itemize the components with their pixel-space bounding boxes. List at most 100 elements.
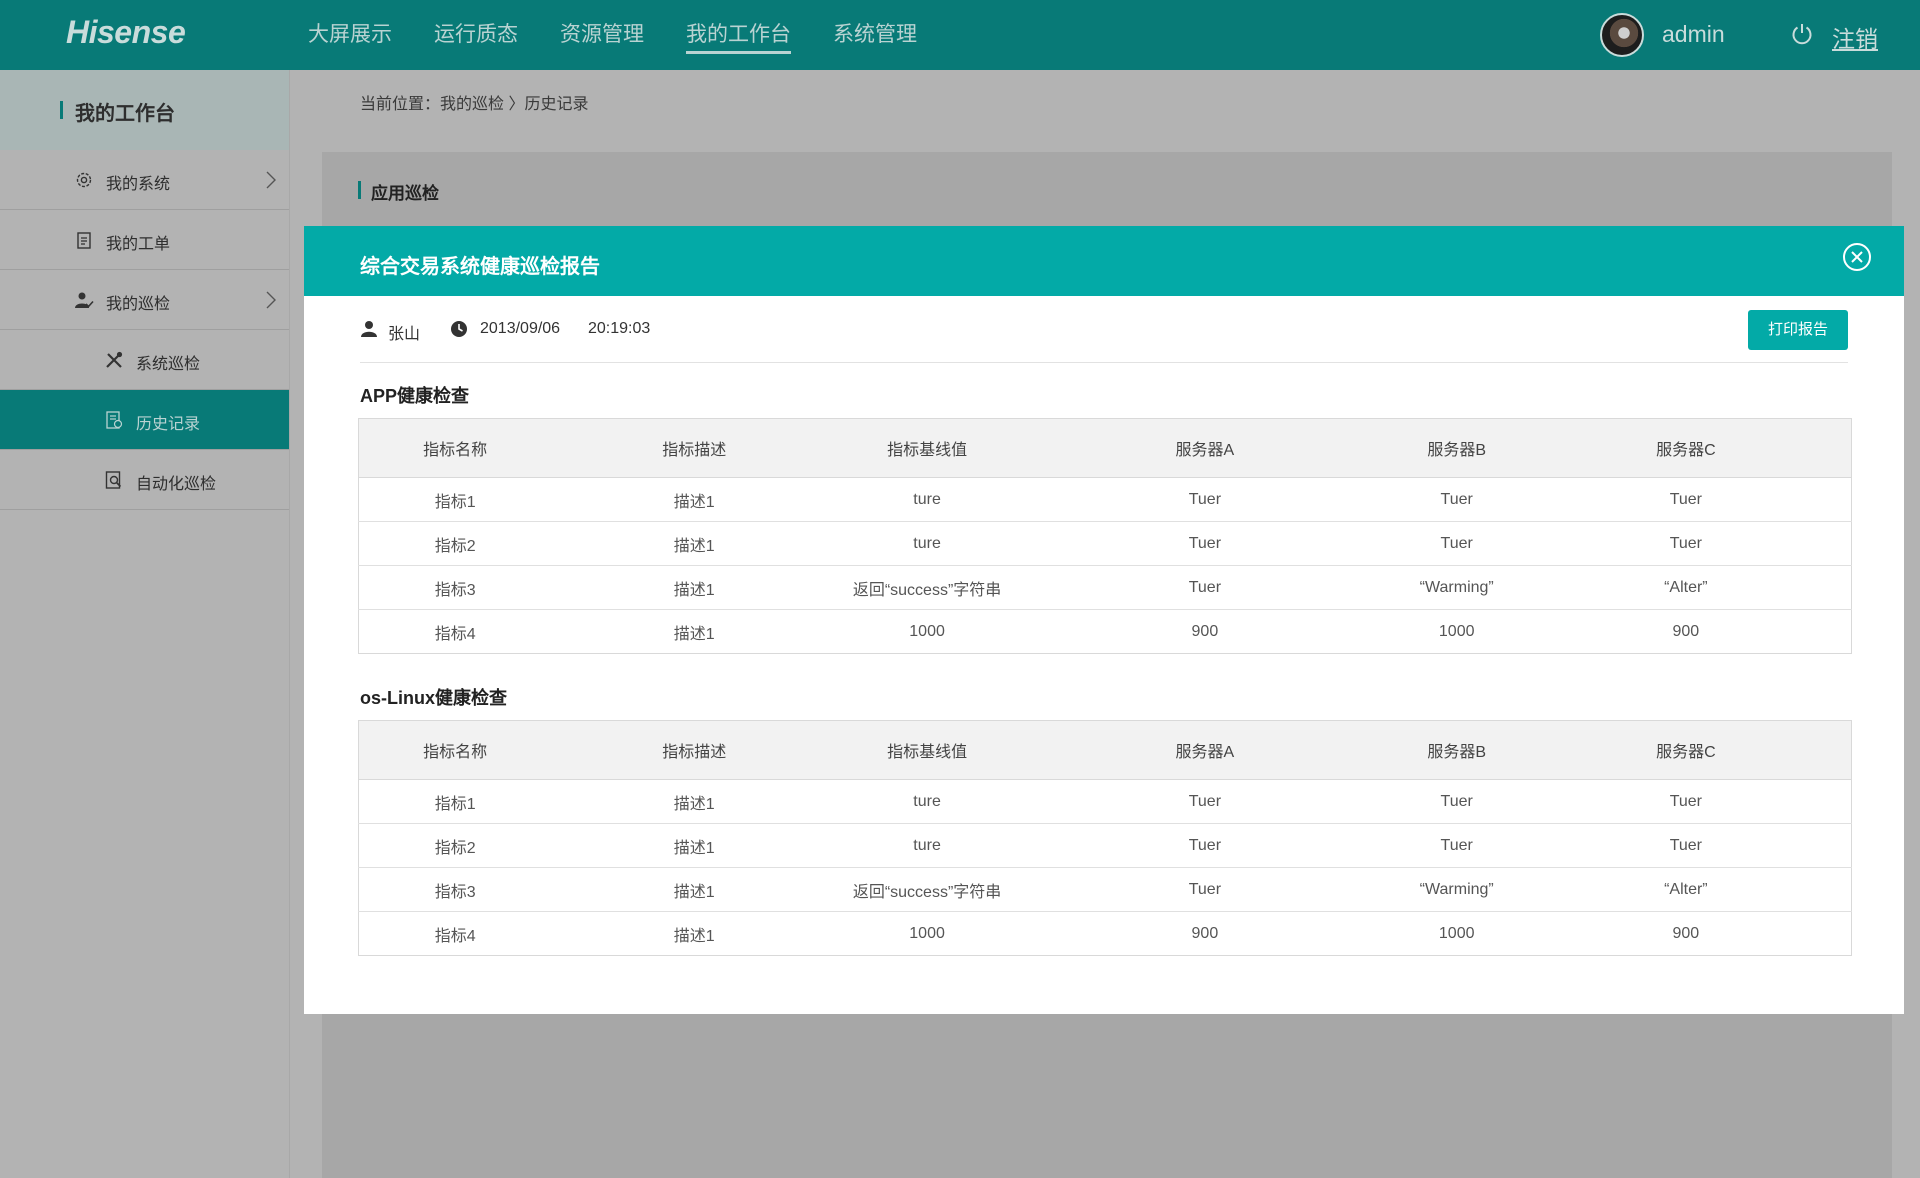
sidebar-item-my-tickets[interactable]: 我的工单 xyxy=(0,210,289,270)
print-report-button[interactable]: 打印报告 xyxy=(1748,310,1848,350)
report-modal: 综合交易系统健康巡检报告 张山 2013/09/06 20:19:03 打印报告… xyxy=(304,226,1904,1014)
report-date: 2013/09/06 xyxy=(480,320,561,337)
table-cell: 1000 xyxy=(1392,911,1521,956)
panel-title-accent xyxy=(358,181,361,199)
nav-item-resource-management[interactable]: 资源管理 xyxy=(560,0,644,70)
logout-link[interactable]: 注销 xyxy=(1832,20,1878,54)
column-header: 服务器B xyxy=(1392,720,1521,780)
table-cell: Tuer xyxy=(1520,779,1852,824)
column-header: 服务器C xyxy=(1520,418,1852,478)
table-cell: Tuer xyxy=(1017,521,1393,566)
table-cell: 指标3 xyxy=(358,565,552,610)
nav-item-operation-status[interactable]: 运行质态 xyxy=(434,0,518,70)
table-cell: “Alter” xyxy=(1520,565,1852,610)
sidebar-item-label: 历史记录 xyxy=(136,416,201,433)
table-row: 指标2 描述1 ture Tuer Tuer Tuer xyxy=(358,521,1852,566)
modal-header: 综合交易系统健康巡检报告 xyxy=(304,226,1904,296)
sidebar-item-my-system[interactable]: 我的系统 xyxy=(0,150,289,210)
breadcrumb: 当前位置：我的巡检 〉历史记录 xyxy=(360,96,589,113)
top-bar: Hisense 大屏展示 运行质态 资源管理 我的工作台 系统管理 admin … xyxy=(0,0,1920,70)
chevron-right-icon xyxy=(266,171,276,189)
column-header: 服务器A xyxy=(1017,418,1393,478)
column-header: 指标基线值 xyxy=(837,720,1018,780)
sidebar-item-label: 我的工单 xyxy=(106,236,171,253)
table-header-row: 指标名称 指标描述 指标基线值 服务器A 服务器B 服务器C xyxy=(358,418,1852,478)
inspector-name: 张山 xyxy=(388,326,421,343)
sidebar-title: 我的工作台 xyxy=(75,103,175,125)
table-header-row: 指标名称 指标描述 指标基线值 服务器A 服务器B 服务器C xyxy=(358,720,1852,780)
column-header: 服务器B xyxy=(1392,418,1521,478)
table-cell: 1000 xyxy=(837,609,1018,654)
chevron-right-icon xyxy=(266,291,276,309)
table-cell: 描述1 xyxy=(551,521,838,566)
table-cell: 900 xyxy=(1520,911,1852,956)
clipboard-icon xyxy=(77,232,91,249)
history-doc-icon xyxy=(106,411,123,429)
user-check-icon xyxy=(75,292,94,308)
os-linux-health-table: 指标名称 指标描述 指标基线值 服务器A 服务器B 服务器C 指标1 描述1 ture Tuer T… xyxy=(358,720,1852,956)
table-cell: Tuer xyxy=(1520,823,1852,868)
gear-icon xyxy=(76,172,92,188)
nav-item-system-management[interactable]: 系统管理 xyxy=(833,0,917,70)
sidebar-item-system-inspection[interactable]: 系统巡检 xyxy=(0,330,289,390)
table-cell: Tuer xyxy=(1017,867,1393,912)
table-cell: Tuer xyxy=(1017,565,1393,610)
table-cell: 1000 xyxy=(1392,609,1521,654)
sidebar-header: 我的工作台 xyxy=(0,70,289,150)
table-cell: Tuer xyxy=(1520,521,1852,566)
table-cell: 返回“success”字符串 xyxy=(837,565,1018,610)
table-row: 指标1 描述1 ture Tuer Tuer Tuer xyxy=(358,779,1852,824)
username: admin xyxy=(1662,21,1725,47)
sidebar-item-automated-inspection[interactable]: 自动化巡检 xyxy=(0,450,289,510)
sidebar-item-label: 我的巡检 xyxy=(106,296,171,313)
column-header: 指标基线值 xyxy=(837,418,1018,478)
sidebar-item-history[interactable]: 历史记录 xyxy=(0,390,289,450)
report-time: 20:19:03 xyxy=(588,320,651,337)
tools-icon xyxy=(106,351,123,368)
table-cell: 指标2 xyxy=(358,521,552,566)
table-cell: 描述1 xyxy=(551,911,838,956)
table-cell: “Warming” xyxy=(1392,867,1521,912)
table-cell: Tuer xyxy=(1392,477,1521,522)
column-header: 指标名称 xyxy=(358,418,552,478)
sidebar-item-label: 自动化巡检 xyxy=(136,476,217,493)
sidebar-item-my-inspection[interactable]: 我的巡检 xyxy=(0,270,289,330)
table-cell: 指标2 xyxy=(358,823,552,868)
panel-title: 应用巡检 xyxy=(371,184,439,203)
sidebar-item-label: 系统巡检 xyxy=(136,356,201,373)
user-icon xyxy=(361,321,377,337)
table-cell: ture xyxy=(837,477,1018,522)
sidebar-item-label: 我的系统 xyxy=(106,176,171,193)
table-cell: 描述1 xyxy=(551,609,838,654)
table-cell: Tuer xyxy=(1017,477,1393,522)
brand-logo[interactable]: Hisense xyxy=(66,14,186,51)
doc-search-icon xyxy=(105,471,122,489)
table-row: 指标4 描述1 1000 900 1000 900 xyxy=(358,911,1852,956)
clock-icon xyxy=(451,321,467,337)
nav-item-dashboard[interactable]: 大屏展示 xyxy=(308,0,392,70)
table-cell: 指标4 xyxy=(358,609,552,654)
table-cell: 指标3 xyxy=(358,867,552,912)
table-cell: Tuer xyxy=(1017,823,1393,868)
app-health-table: 指标名称 指标描述 指标基线值 服务器A 服务器B 服务器C 指标1 描述1 ture Tuer T… xyxy=(358,418,1852,654)
table-cell: “Warming” xyxy=(1392,565,1521,610)
column-header: 指标描述 xyxy=(551,720,838,780)
table-cell: 描述1 xyxy=(551,867,838,912)
table-cell: 描述1 xyxy=(551,477,838,522)
table-row: 指标2 描述1 ture Tuer Tuer Tuer xyxy=(358,823,1852,868)
table-row: 指标1 描述1 ture Tuer Tuer Tuer xyxy=(358,477,1852,522)
table-cell: ture xyxy=(837,521,1018,566)
table-cell: “Alter” xyxy=(1520,867,1852,912)
table-cell: Tuer xyxy=(1392,823,1521,868)
table-cell: 指标1 xyxy=(358,779,552,824)
column-header: 指标名称 xyxy=(358,720,552,780)
main-nav: 大屏展示 运行质态 资源管理 我的工作台 系统管理 xyxy=(308,0,959,70)
close-icon[interactable] xyxy=(1842,242,1872,272)
nav-item-my-workbench[interactable]: 我的工作台 xyxy=(686,0,791,70)
modal-title: 综合交易系统健康巡检报告 xyxy=(360,256,600,278)
avatar[interactable] xyxy=(1600,13,1644,57)
power-icon[interactable] xyxy=(1790,22,1814,46)
table-cell: Tuer xyxy=(1520,477,1852,522)
sidebar-title-accent xyxy=(60,101,63,119)
user-area: admin 注销 xyxy=(1600,0,1920,70)
